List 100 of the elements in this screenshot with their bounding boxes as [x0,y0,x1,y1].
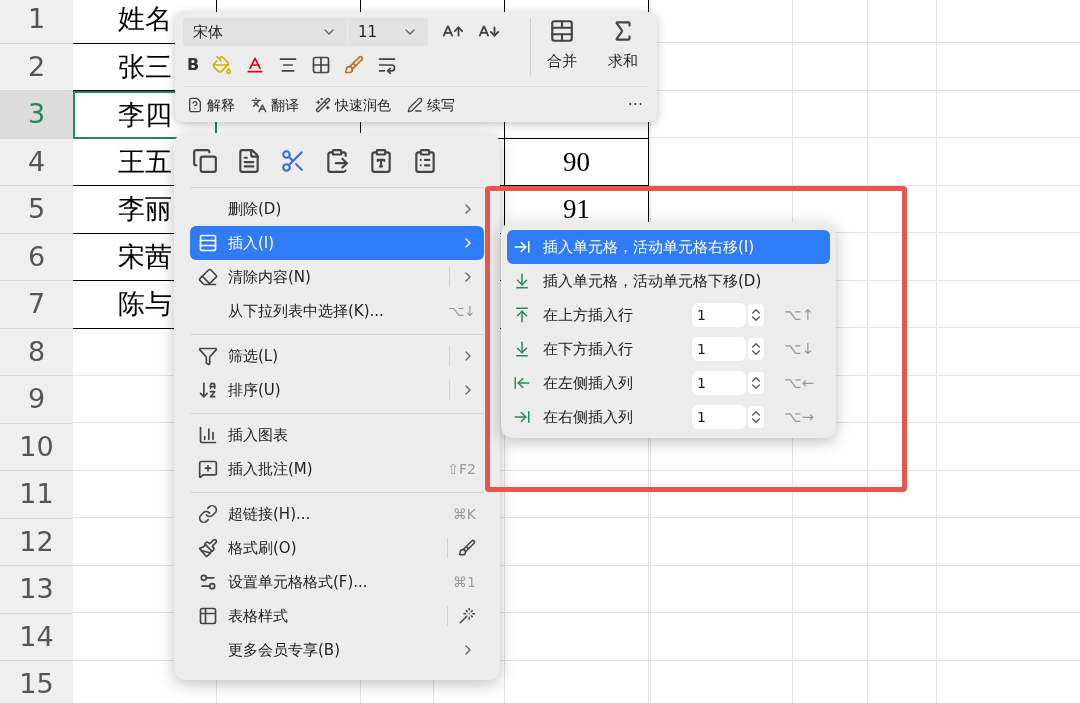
paste-icon[interactable] [324,148,350,174]
menu-item[interactable]: 插入批注(M) ⇧F2 [190,452,484,486]
count-field[interactable]: 1 [692,405,746,429]
insert-icon [513,238,531,256]
menu-item[interactable]: 排序(U) [190,373,484,407]
insert-icon [513,306,531,324]
menu-item[interactable]: 插入单元格，活动单元格下移(D) [507,264,830,298]
highlight-color-icon[interactable] [212,55,233,75]
menu-item[interactable]: 设置单元格格式(F)... ⌘1 [190,565,484,599]
menu-item[interactable]: 在下方插入行 1 ⌥↓ [507,332,830,366]
count-field[interactable]: 1 [692,371,746,395]
menu-item[interactable]: 更多会员专享(B) [190,633,484,667]
menu-icon [198,606,218,626]
menu-label: 格式刷(O) [228,537,297,559]
stepper-icon[interactable] [748,406,764,428]
shortcut-label: ⌘1 [453,572,476,592]
row-header[interactable]: 11 [0,471,73,519]
menu-item[interactable]: 表格样式 [190,599,484,633]
ai-tool-button[interactable]: 续写 [407,94,455,116]
tool-icon [407,97,423,113]
more-button[interactable]: ··· [627,93,643,117]
copy-text-icon[interactable] [236,148,262,174]
menu-icon [198,267,218,287]
menu-label: 清除内容(N) [228,266,311,288]
menu-icon [198,538,218,558]
shortcut-label: ⌘K [452,504,476,524]
row-header[interactable]: 8 [0,328,73,376]
paste-list-icon[interactable] [412,148,438,174]
borders-icon[interactable] [311,55,332,75]
menu-label: 更多会员专享(B) [228,639,340,661]
menu-icon [198,459,218,479]
stepper-icon[interactable] [748,304,764,326]
sum-button[interactable]: 求和 [596,18,649,80]
count-field[interactable]: 1 [692,337,746,361]
menu-label: 设置单元格格式(F)... [228,571,368,593]
menu-label: 超链接(H)... [228,503,311,525]
count-field[interactable]: 1 [692,303,746,327]
paste-text-icon[interactable] [368,148,394,174]
menu-icon [198,504,218,524]
row-header[interactable]: 5 [0,186,73,234]
menu-label: 插入图表 [228,424,288,446]
row-header[interactable]: 12 [0,518,73,566]
insert-icon [513,374,531,392]
format-painter-icon[interactable] [344,55,365,75]
menu-item[interactable]: 超链接(H)... ⌘K [190,497,484,531]
row-header[interactable]: 7 [0,281,73,329]
menu-icon [198,425,218,445]
align-icon[interactable] [278,55,299,75]
menu-label: 插入单元格，活动单元格下移(D) [543,270,762,292]
tool-icon [315,97,331,113]
shortcut-label: ⌥↓ [448,301,476,321]
shortcut-label: ⌥→ [783,406,815,428]
menu-item[interactable]: 筛选(L) [190,339,484,373]
menu-label: 表格样式 [228,605,288,627]
row-header[interactable]: 6 [0,233,73,281]
menu-item[interactable]: 在右侧插入列 1 ⌥→ [507,400,830,434]
font-select[interactable]: 宋体 [183,18,347,46]
menu-label: 插入单元格，活动单元格右移(I) [543,236,755,258]
cut-icon[interactable] [280,148,306,174]
menu-label: 在上方插入行 [543,304,633,326]
menu-label: 插入(I) [228,232,275,254]
menu-label: 在下方插入行 [543,338,633,360]
row-header[interactable]: 1 [0,0,73,44]
copy-icon[interactable] [192,148,218,174]
row-header[interactable]: 4 [0,138,73,186]
menu-item[interactable]: 在上方插入行 1 ⌥↑ [507,298,830,332]
row-header[interactable]: 10 [0,423,73,471]
shortcut-label: ⇧F2 [447,459,476,479]
wand-icon[interactable] [458,607,476,625]
stepper-icon[interactable] [748,372,764,394]
menu-item[interactable]: 插入单元格，活动单元格右移(I) [507,230,830,264]
menu-label: 排序(U) [228,379,281,401]
size-select[interactable]: 11 [348,18,428,46]
tool-icon [251,97,267,113]
menu-icon [198,233,218,253]
menu-label: 在右侧插入列 [543,406,633,428]
menu-label: 筛选(L) [228,345,279,367]
ai-tool-button[interactable]: 快速润色 [315,94,391,116]
table-cell: 90 [505,138,649,186]
row-header[interactable]: 9 [0,376,73,424]
merge-icon [548,18,575,44]
menu-item[interactable]: 插入(I) [190,226,484,260]
stepper-icon[interactable] [748,338,764,360]
menu-label: 从下拉列表中选择(K)... [228,300,384,322]
shortcut-label: ⌥← [783,372,815,394]
wrap-text-icon[interactable] [377,55,398,75]
ai-tool-button[interactable]: 翻译 [251,94,299,116]
row-header[interactable]: 13 [0,566,73,614]
menu-item[interactable]: 格式刷(O) [190,531,484,565]
insert-icon [513,340,531,358]
menu-item[interactable]: 插入图表 [190,418,484,452]
menu-item[interactable]: 在左侧插入列 1 ⌥← [507,366,830,400]
row-header[interactable]: 15 [0,661,73,703]
brush-icon[interactable] [458,539,476,557]
merge-button[interactable]: 合并 [535,18,589,80]
insert-icon [513,408,531,426]
row-header[interactable]: 14 [0,613,73,661]
menu-icon [198,346,218,366]
bold-button[interactable]: B [187,53,200,77]
row-header[interactable]: 2 [0,43,73,91]
